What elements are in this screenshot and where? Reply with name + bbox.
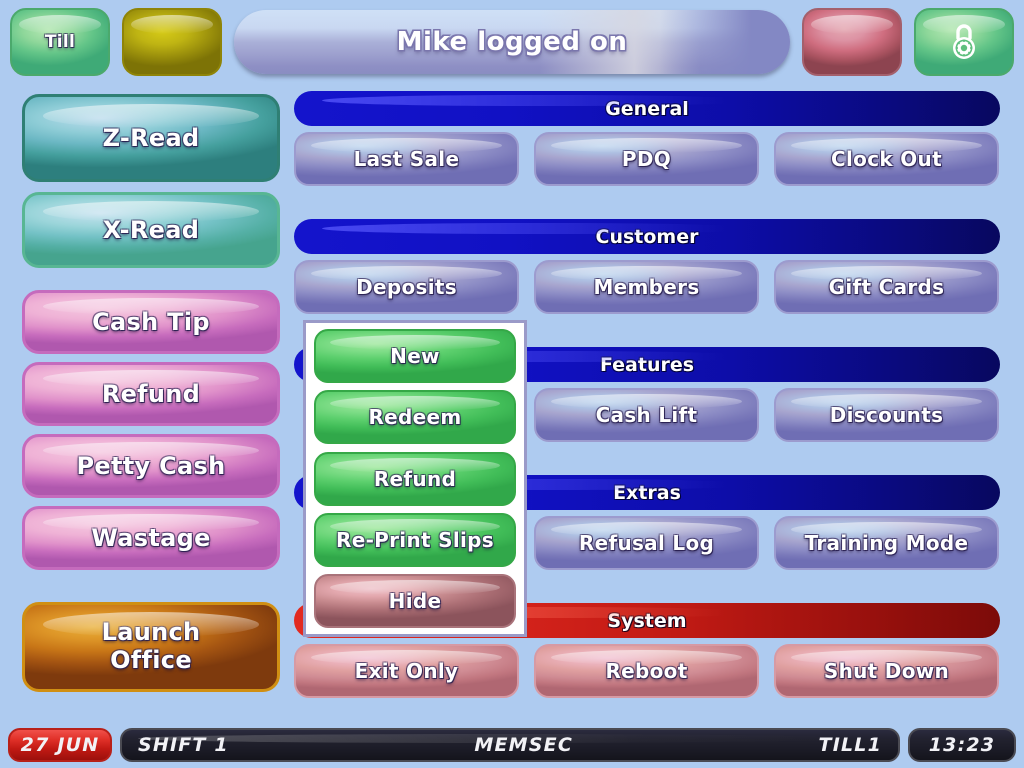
status-time: 13:23 bbox=[908, 728, 1016, 762]
button-label: Training Mode bbox=[804, 531, 969, 555]
button-label: Deposits bbox=[356, 275, 457, 299]
sidebar-item-wastage[interactable]: Wastage bbox=[22, 506, 280, 570]
button-exit-only[interactable]: Exit Only bbox=[294, 644, 519, 698]
button-label: Discounts bbox=[829, 403, 944, 427]
unlabeled-rose-button[interactable] bbox=[802, 8, 902, 76]
sidebar-item-x-read[interactable]: X-Read bbox=[22, 192, 280, 268]
button-pdq[interactable]: PDQ bbox=[534, 132, 759, 186]
button-reboot[interactable]: Reboot bbox=[534, 644, 759, 698]
popup-item-label: Redeem bbox=[368, 405, 462, 430]
gift-cards-popup-menu: New Redeem Refund Re-Print Slips Hide bbox=[303, 320, 527, 637]
button-cash-lift[interactable]: Cash Lift bbox=[534, 388, 759, 442]
button-clock-out[interactable]: Clock Out bbox=[774, 132, 999, 186]
lock-button[interactable] bbox=[914, 8, 1014, 76]
button-label: Cash Lift bbox=[595, 403, 698, 427]
button-gift-cards[interactable]: Gift Cards bbox=[774, 260, 999, 314]
till-button-label: Till bbox=[44, 32, 76, 52]
padlock-icon bbox=[947, 22, 981, 62]
sidebar-item-label: Cash Tip bbox=[92, 308, 210, 336]
button-label: Reboot bbox=[605, 659, 688, 683]
sidebar-item-cash-tip[interactable]: Cash Tip bbox=[22, 290, 280, 354]
button-label: Exit Only bbox=[354, 659, 459, 683]
button-last-sale[interactable]: Last Sale bbox=[294, 132, 519, 186]
sidebar-item-label: Petty Cash bbox=[76, 452, 226, 480]
button-label: Clock Out bbox=[831, 147, 942, 171]
button-label: Shut Down bbox=[823, 659, 950, 683]
popup-item-label: Refund bbox=[373, 466, 457, 491]
page-title: Mike logged on bbox=[396, 27, 628, 57]
status-time-value: 13:23 bbox=[928, 734, 996, 756]
sidebar-item-label: Wastage bbox=[91, 524, 211, 552]
popup-item-hide[interactable]: Hide bbox=[314, 574, 516, 628]
popup-item-label: Re-Print Slips bbox=[336, 527, 494, 552]
status-bar: 27 JUN SHIFT 1 MEMSEC TILL1 13:23 bbox=[0, 722, 1024, 768]
button-training-mode[interactable]: Training Mode bbox=[774, 516, 999, 570]
status-date-value: 27 JUN bbox=[20, 734, 100, 756]
section-header-customer: Customer bbox=[294, 219, 1000, 254]
sidebar-item-label: Refund bbox=[101, 380, 201, 408]
status-operator: MEMSEC bbox=[474, 734, 573, 756]
popup-item-redeem[interactable]: Redeem bbox=[314, 390, 516, 445]
button-members[interactable]: Members bbox=[534, 260, 759, 314]
sidebar: Z-Read X-Read Cash Tip Refund Petty Cash… bbox=[22, 94, 280, 708]
status-main-display: SHIFT 1 MEMSEC TILL1 bbox=[120, 728, 900, 762]
sidebar-item-refund[interactable]: Refund bbox=[22, 362, 280, 426]
sidebar-item-z-read[interactable]: Z-Read bbox=[22, 94, 280, 182]
sidebar-item-launch-office[interactable]: Launch Office bbox=[22, 602, 280, 692]
till-button[interactable]: Till bbox=[10, 8, 110, 76]
section-row-customer: Deposits Members Gift Cards bbox=[294, 260, 1000, 314]
button-label: Members bbox=[593, 275, 700, 299]
title-bar: Mike logged on bbox=[234, 10, 790, 74]
sidebar-item-label: X-Read bbox=[102, 216, 200, 244]
section-header-label: System bbox=[607, 609, 687, 632]
status-date: 27 JUN bbox=[8, 728, 112, 762]
button-discounts[interactable]: Discounts bbox=[774, 388, 999, 442]
popup-item-re-print-slips[interactable]: Re-Print Slips bbox=[314, 512, 516, 567]
popup-item-new[interactable]: New bbox=[314, 329, 516, 383]
status-till: TILL1 bbox=[818, 734, 882, 756]
status-shift: SHIFT 1 bbox=[138, 734, 229, 756]
popup-item-refund[interactable]: Refund bbox=[314, 451, 516, 506]
section-header-label: Extras bbox=[613, 481, 681, 504]
sidebar-item-label-line2: Office bbox=[110, 646, 192, 674]
button-label: Refusal Log bbox=[578, 531, 715, 555]
top-bar: Till Mike logged on bbox=[0, 0, 1024, 88]
section-header-label: General bbox=[605, 97, 689, 120]
sidebar-item-label: Z-Read bbox=[102, 124, 200, 152]
button-label: PDQ bbox=[621, 147, 672, 171]
sidebar-item-label-line1: Launch bbox=[101, 618, 201, 647]
section-row-system: Exit Only Reboot Shut Down bbox=[294, 644, 1000, 698]
button-label: Gift Cards bbox=[828, 275, 945, 299]
button-refusal-log[interactable]: Refusal Log bbox=[534, 516, 759, 570]
button-label: Last Sale bbox=[353, 147, 460, 171]
popup-item-label: New bbox=[390, 344, 440, 368]
button-shut-down[interactable]: Shut Down bbox=[774, 644, 999, 698]
section-row-general: Last Sale PDQ Clock Out bbox=[294, 132, 1000, 186]
section-header-general: General bbox=[294, 91, 1000, 126]
button-deposits[interactable]: Deposits bbox=[294, 260, 519, 314]
unlabeled-yellow-button[interactable] bbox=[122, 8, 222, 76]
section-header-label: Features bbox=[599, 353, 695, 376]
section-header-label: Customer bbox=[595, 225, 699, 248]
sidebar-item-petty-cash[interactable]: Petty Cash bbox=[22, 434, 280, 498]
popup-item-label: Hide bbox=[388, 589, 442, 613]
